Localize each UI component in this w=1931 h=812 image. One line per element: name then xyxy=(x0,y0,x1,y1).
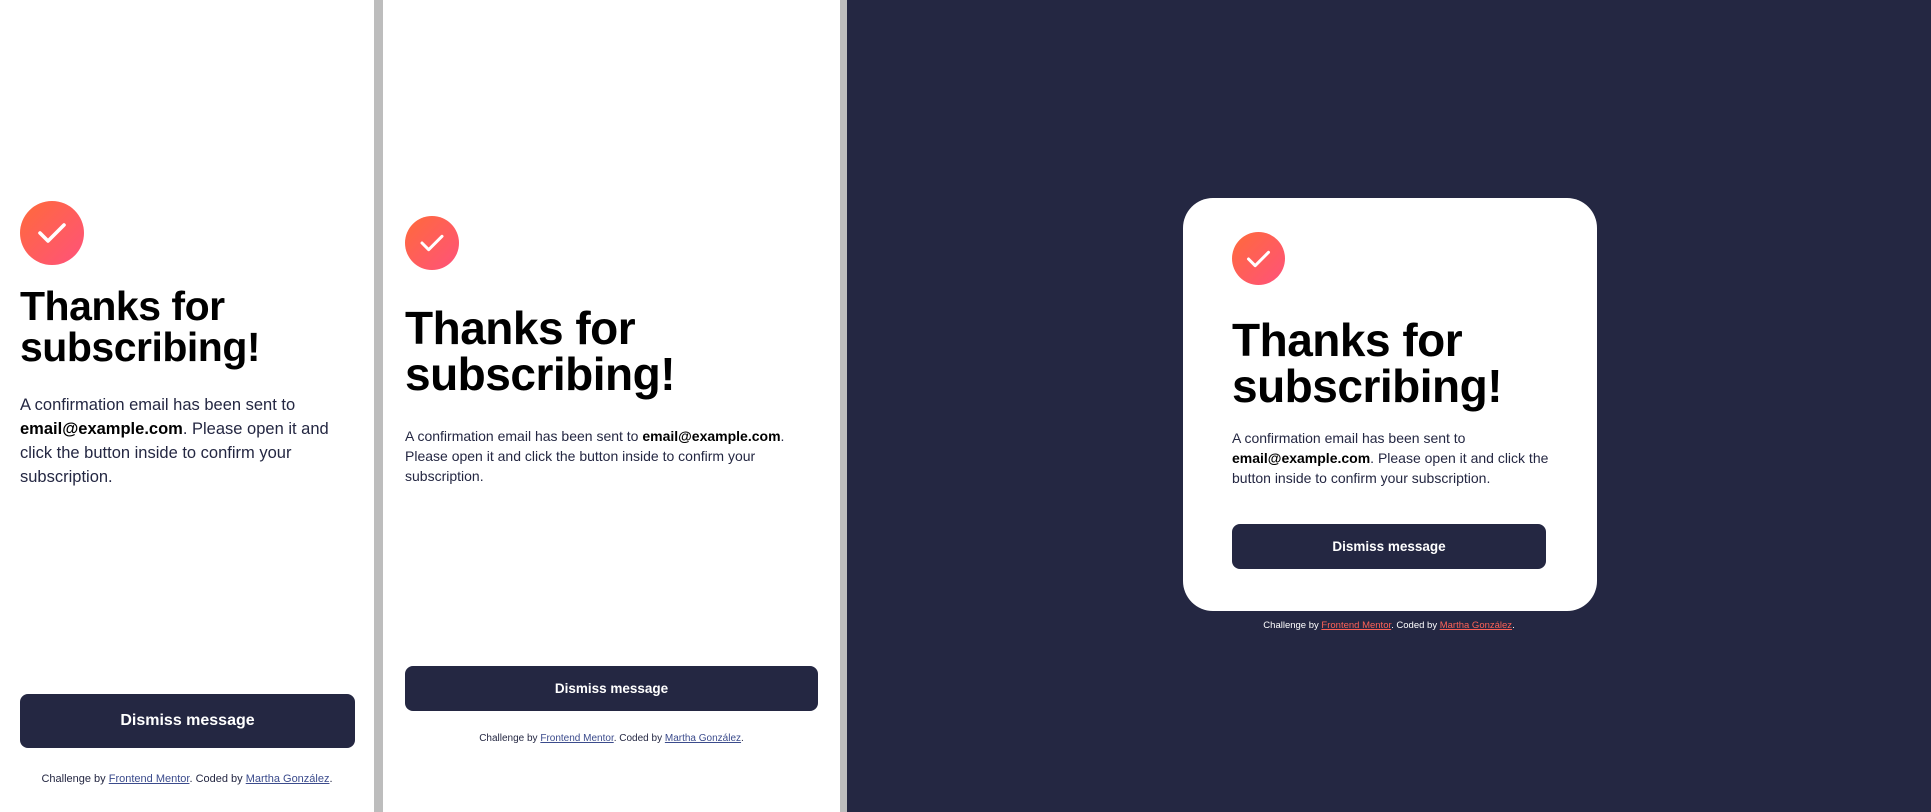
dismiss-message-button[interactable]: Dismiss message xyxy=(1232,524,1546,569)
footer-prefix: Challenge by xyxy=(41,773,109,785)
footer-middle: . Coded by xyxy=(1391,620,1440,631)
message-prefix: A confirmation email has been sent to xyxy=(405,428,643,444)
footer-suffix: . xyxy=(741,733,744,744)
confirmation-message: A confirmation email has been sent to em… xyxy=(1232,428,1550,488)
viewport-divider xyxy=(374,0,383,812)
confirmation-message: A confirmation email has been sent to em… xyxy=(20,393,360,489)
responsive-preview: Thanks for subscribing! A confirmation e… xyxy=(0,0,1931,812)
success-card: Thanks for subscribing! A confirmation e… xyxy=(1183,198,1597,611)
mobile-viewport: Thanks for subscribing! A confirmation e… xyxy=(0,0,374,812)
desktop-viewport: Thanks for subscribing! A confirmation e… xyxy=(847,0,1931,812)
email-address: email@example.com xyxy=(1232,450,1371,466)
dismiss-message-button[interactable]: Dismiss message xyxy=(20,694,355,748)
title-line-2: subscribing! xyxy=(405,348,676,400)
check-icon xyxy=(405,216,459,270)
tablet-viewport: Thanks for subscribing! A confirmation e… xyxy=(383,0,840,812)
success-title: Thanks for subscribing! xyxy=(20,286,360,368)
title-line-1: Thanks for xyxy=(20,283,225,329)
check-icon xyxy=(1232,232,1285,285)
footer-suffix: . xyxy=(329,773,333,785)
footer-suffix: . xyxy=(1512,620,1515,631)
footer-prefix: Challenge by xyxy=(1263,620,1322,631)
viewport-divider xyxy=(840,0,847,812)
attribution-footer: Challenge by Frontend Mentor. Coded by M… xyxy=(0,773,374,785)
author-link[interactable]: Martha González xyxy=(1440,620,1512,631)
attribution-footer: Challenge by Frontend Mentor. Coded by M… xyxy=(847,620,1931,631)
frontend-mentor-link[interactable]: Frontend Mentor xyxy=(540,733,613,744)
confirmation-message: A confirmation email has been sent to em… xyxy=(405,426,825,486)
footer-middle: . Coded by xyxy=(613,733,665,744)
email-address: email@example.com xyxy=(642,428,781,444)
frontend-mentor-link[interactable]: Frontend Mentor xyxy=(1321,620,1391,631)
message-prefix: A confirmation email has been sent to xyxy=(20,396,296,414)
check-icon xyxy=(20,201,84,265)
dismiss-message-button[interactable]: Dismiss message xyxy=(405,666,818,711)
footer-middle: . Coded by xyxy=(189,773,246,785)
title-line-1: Thanks for xyxy=(405,302,636,354)
title-line-1: Thanks for xyxy=(1232,314,1463,366)
success-title: Thanks for subscribing! xyxy=(405,305,825,397)
author-link[interactable]: Martha González xyxy=(665,733,741,744)
footer-prefix: Challenge by xyxy=(479,733,541,744)
title-line-2: subscribing! xyxy=(20,324,261,370)
success-title: Thanks for subscribing! xyxy=(1232,317,1562,409)
title-line-2: subscribing! xyxy=(1232,360,1503,412)
author-link[interactable]: Martha González xyxy=(246,773,330,785)
attribution-footer: Challenge by Frontend Mentor. Coded by M… xyxy=(383,733,840,744)
email-address: email@example.com xyxy=(20,420,183,438)
frontend-mentor-link[interactable]: Frontend Mentor xyxy=(109,773,190,785)
message-prefix: A confirmation email has been sent to xyxy=(1232,430,1466,446)
